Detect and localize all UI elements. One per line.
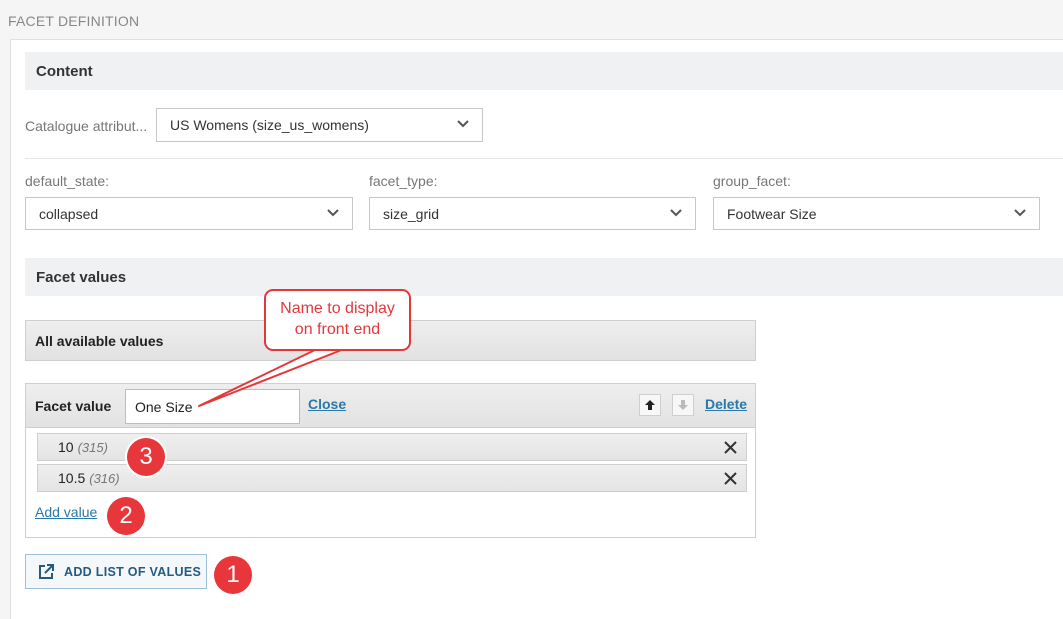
step-badge-2: 2 [107, 497, 145, 535]
step-badge-3: 3 [127, 438, 165, 476]
callout-pointer-cover [319, 345, 342, 349]
step-badge-1: 1 [214, 556, 252, 594]
